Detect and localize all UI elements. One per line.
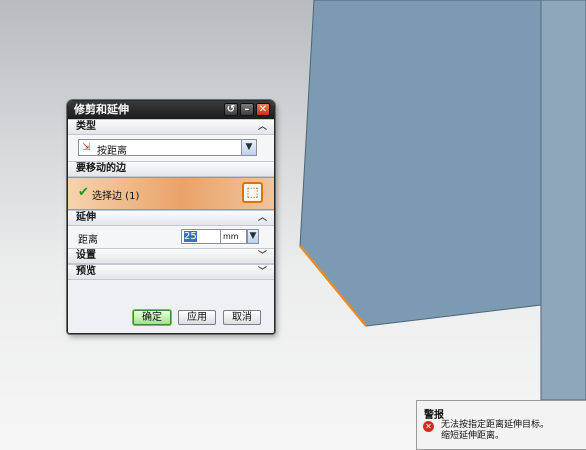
distance-value: 25 [184, 231, 197, 242]
error-icon: ✕ [423, 421, 434, 432]
apply-button[interactable]: 应用 [178, 310, 216, 325]
type-dropdown-value: 按距离 [97, 146, 127, 157]
trim-extend-dialog: 修剪和延伸 ↺ – ✕ 类型 ︿ ⇲ 按距离 ▼ 要移动的边 ✔ 选择边 (1)… [67, 100, 275, 334]
chevron-up-icon[interactable]: ︿ [258, 120, 267, 134]
chevron-down-icon[interactable]: ﹀ [258, 265, 267, 279]
warning-title: 警报 [424, 410, 444, 421]
dialog-title: 修剪和延伸 [74, 103, 129, 116]
reset-icon[interactable]: ↺ [224, 103, 238, 116]
dialog-titlebar[interactable]: 修剪和延伸 ↺ – ✕ [68, 101, 274, 119]
section-type-label: 类型 [76, 121, 96, 132]
select-edge-label: 选择边 (1) [92, 191, 140, 202]
section-preview-header[interactable]: 预览 ﹀ [68, 264, 274, 280]
dialog-footer: 确定 应用 取消 [68, 305, 274, 333]
distance-label: 距离 [78, 235, 98, 246]
distance-type-icon: ⇲ [82, 142, 91, 153]
section-edge-label: 要移动的边 [76, 163, 126, 174]
select-object-cube-icon[interactable]: ⬚ [242, 182, 263, 203]
ok-button[interactable]: 确定 [133, 310, 171, 325]
unit-dropdown-icon[interactable]: ▼ [247, 229, 259, 244]
checkmark-icon: ✔ [78, 185, 89, 200]
section-extend-label: 延伸 [76, 212, 96, 223]
chevron-down-icon[interactable]: ▼ [241, 140, 256, 155]
unit-field: mm [221, 229, 247, 244]
type-dropdown[interactable]: ⇲ 按距离 ▼ [78, 139, 257, 157]
warning-line-1: 无法按指定距离延伸目标。 [441, 420, 550, 430]
section-type-body: ⇲ 按距离 ▼ [68, 135, 274, 161]
minimize-icon[interactable]: – [240, 103, 254, 116]
distance-row: 距离 25 mm ▼ [68, 226, 274, 248]
section-settings-header[interactable]: 设置 ﹀ [68, 248, 274, 264]
warning-line-2: 缩短延伸距离。 [441, 431, 505, 441]
section-settings-label: 设置 [76, 250, 96, 261]
section-edge-header[interactable]: 要移动的边 [68, 161, 274, 177]
distance-input[interactable]: 25 [181, 229, 221, 244]
solid-body-front-face[interactable] [299, 0, 542, 327]
section-preview-label: 预览 [76, 266, 96, 277]
section-type-header[interactable]: 类型 ︿ [68, 119, 274, 135]
close-icon[interactable]: ✕ [256, 103, 270, 116]
warning-message: 无法按指定距离延伸目标。 缩短延伸距离。 [441, 420, 549, 442]
warning-panel: 警报 ✕ 无法按指定距离延伸目标。 缩短延伸距离。 [416, 400, 586, 450]
chevron-down-icon[interactable]: ﹀ [258, 249, 267, 263]
select-edge-row[interactable]: ✔ 选择边 (1) ⬚ [68, 177, 274, 210]
cancel-button[interactable]: 取消 [223, 310, 261, 325]
chevron-up-icon[interactable]: ︿ [258, 211, 267, 225]
solid-body-right-face[interactable] [540, 0, 586, 401]
section-extend-header[interactable]: 延伸 ︿ [68, 210, 274, 226]
